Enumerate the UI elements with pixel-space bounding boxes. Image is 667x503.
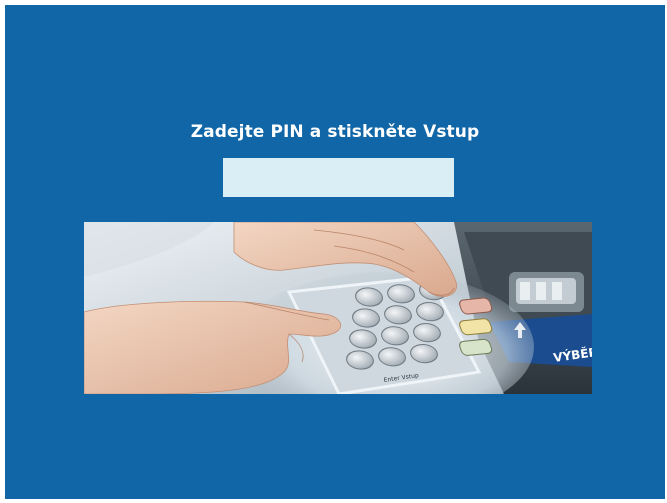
keypad-photo: VÝBĚR Enter Vstup (84, 222, 592, 394)
atm-screen: Zadejte PIN a stiskněte Vstup VÝBĚR Ente… (5, 5, 665, 499)
pin-input-field[interactable] (223, 158, 454, 197)
pin-prompt: Zadejte PIN a stiskněte Vstup (190, 122, 480, 142)
